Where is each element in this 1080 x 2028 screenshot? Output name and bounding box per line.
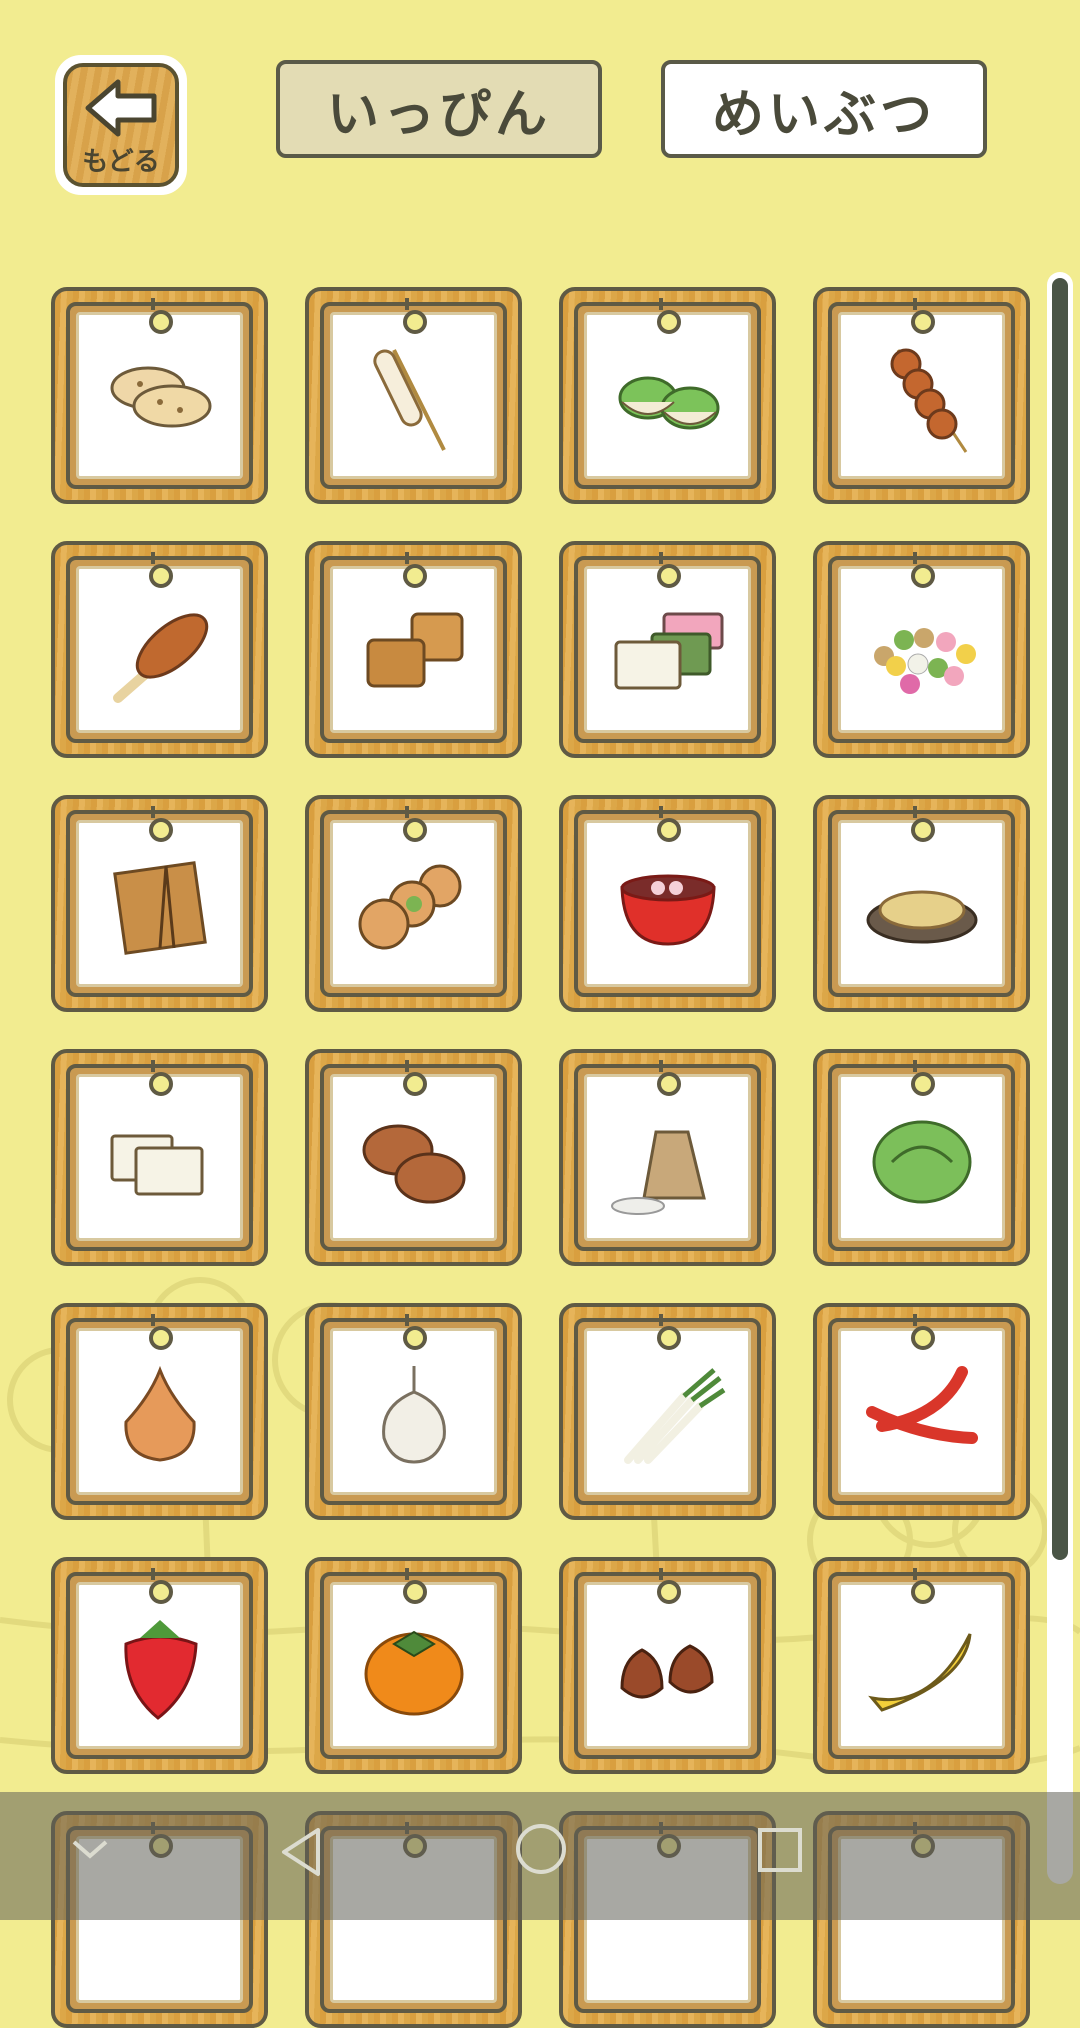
- item-card[interactable]: [51, 541, 268, 758]
- item-card[interactable]: [305, 1049, 522, 1266]
- strawberry-icon: [123, 1619, 198, 1720]
- hook-icon: [403, 298, 427, 334]
- item-card[interactable]: [813, 1557, 1030, 1774]
- dango-skewer-icon: [890, 348, 967, 453]
- garlic-icon: [381, 1365, 446, 1464]
- onion-icon: [123, 1365, 196, 1462]
- home-circle-icon[interactable]: [514, 1822, 568, 1876]
- back-button-label: もどる: [82, 147, 160, 177]
- item-card[interactable]: [51, 287, 268, 504]
- hook-icon: [911, 552, 935, 588]
- back-arrow-icon: [85, 79, 157, 137]
- hook-icon: [149, 298, 173, 334]
- item-card[interactable]: [305, 1303, 522, 1520]
- green-mochi-icon: [618, 376, 719, 430]
- tab-meibutsu[interactable]: めいぶつ: [661, 60, 987, 158]
- item-card[interactable]: [559, 541, 776, 758]
- chestnuts-icon: [619, 1644, 714, 1699]
- hook-icon: [403, 806, 427, 842]
- hook-icon: [403, 552, 427, 588]
- hook-icon: [911, 298, 935, 334]
- persimmon-icon: [364, 1630, 463, 1716]
- item-card[interactable]: [813, 1049, 1030, 1266]
- item-card[interactable]: [813, 795, 1030, 1012]
- item-card[interactable]: [559, 287, 776, 504]
- hook-icon: [911, 1314, 935, 1350]
- collapse-chevron-icon[interactable]: [70, 1834, 110, 1864]
- hook-icon: [403, 1314, 427, 1350]
- colorful-candies-icon: [873, 627, 976, 694]
- chili-peppers-icon: [865, 1365, 978, 1444]
- hook-icon: [657, 298, 681, 334]
- item-card[interactable]: [559, 1303, 776, 1520]
- hook-icon: [149, 806, 173, 842]
- round-cookies-icon: [358, 864, 461, 950]
- tab-ippin[interactable]: いっぴん: [276, 60, 602, 158]
- hook-icon: [911, 806, 935, 842]
- hook-icon: [657, 1568, 681, 1604]
- hook-icon: [657, 1314, 681, 1350]
- item-card[interactable]: [305, 795, 522, 1012]
- green-onion-icon: [623, 1367, 725, 1464]
- hook-icon: [657, 806, 681, 842]
- kinako-mochi-plate-icon: [866, 890, 977, 944]
- banana-icon: [867, 1633, 971, 1712]
- hook-icon: [149, 1314, 173, 1350]
- item-card[interactable]: [51, 1557, 268, 1774]
- hook-icon: [911, 1060, 935, 1096]
- item-card[interactable]: [51, 1049, 268, 1266]
- steamed-buns-icon: [362, 1124, 465, 1204]
- hook-icon: [657, 552, 681, 588]
- system-navigation-bar: [0, 1792, 1080, 1920]
- back-triangle-icon[interactable]: [276, 1824, 326, 1880]
- item-card[interactable]: [51, 1303, 268, 1520]
- item-card[interactable]: [813, 1303, 1030, 1520]
- tower-cracker-icon: [112, 860, 207, 955]
- red-soup-bowl-icon: [619, 874, 716, 946]
- rice-bag-icon: [610, 1130, 706, 1215]
- hook-icon: [403, 1060, 427, 1096]
- kiritanpo-skewer-icon: [372, 348, 446, 451]
- hook-icon: [911, 1568, 935, 1604]
- item-card[interactable]: [305, 1557, 522, 1774]
- hook-icon: [403, 1568, 427, 1604]
- item-card[interactable]: [305, 287, 522, 504]
- item-card[interactable]: [813, 541, 1030, 758]
- item-card[interactable]: [305, 541, 522, 758]
- item-card[interactable]: [813, 287, 1030, 504]
- hook-icon: [149, 1060, 173, 1096]
- recents-square-icon[interactable]: [756, 1826, 804, 1874]
- gohei-mochi-icon: [112, 613, 208, 703]
- rice-cracker-icon: [110, 366, 211, 428]
- cabbage-icon: [872, 1120, 971, 1204]
- hook-icon: [149, 1568, 173, 1604]
- item-card[interactable]: [51, 795, 268, 1012]
- item-card[interactable]: [559, 1557, 776, 1774]
- caramel-squares-icon: [366, 612, 463, 688]
- hook-icon: [149, 552, 173, 588]
- item-card[interactable]: [559, 795, 776, 1012]
- tofu-blocks-icon: [110, 1134, 203, 1196]
- uiro-sweets-icon: [614, 612, 723, 690]
- scrollbar-thumb[interactable]: [1052, 278, 1068, 1560]
- item-card[interactable]: [559, 1049, 776, 1266]
- back-button[interactable]: もどる: [55, 55, 187, 195]
- hook-icon: [657, 1060, 681, 1096]
